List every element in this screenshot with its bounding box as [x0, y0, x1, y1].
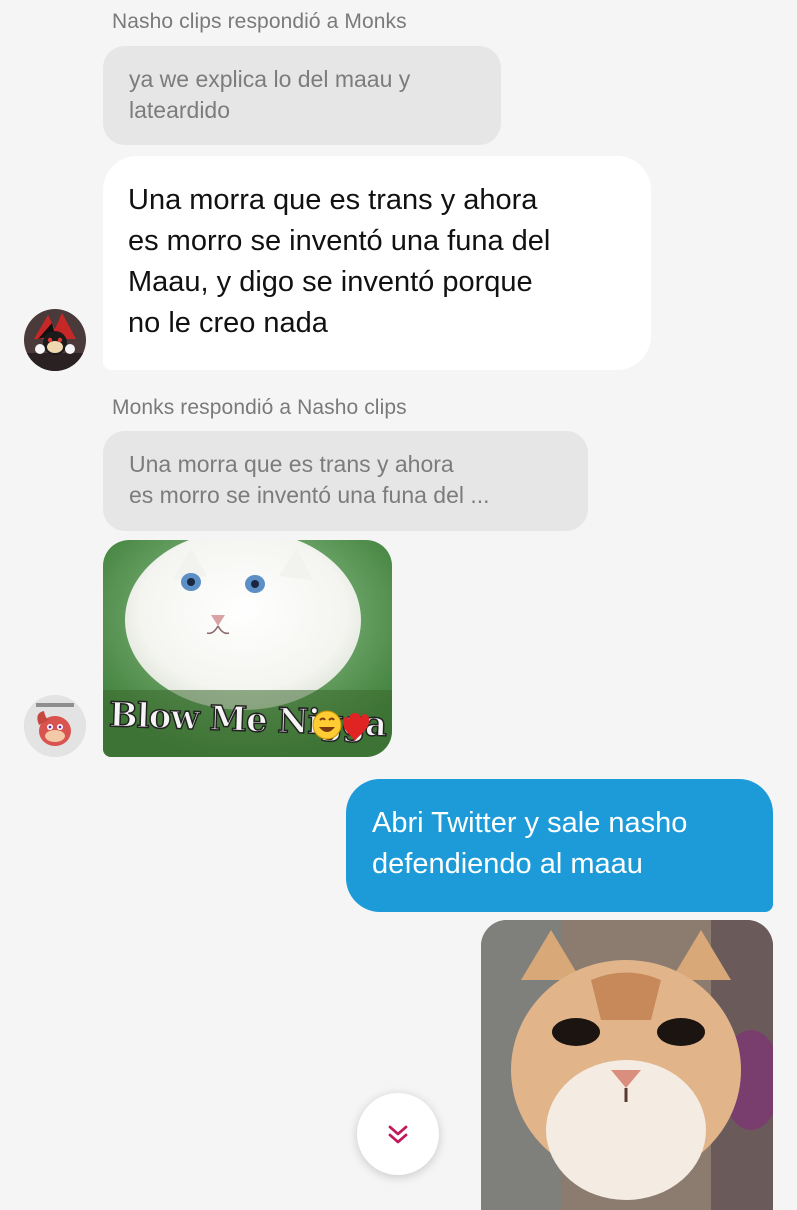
quoted-message[interactable]: ya we explica lo del maau y lateardido: [103, 46, 501, 145]
chevron-double-down-icon: [388, 1125, 408, 1144]
avatar-character-icon: [24, 309, 86, 371]
message-text-line: Abri Twitter y sale nasho: [372, 807, 688, 839]
message-text-line: Una morra que es trans y ahora: [128, 184, 538, 216]
message-text-line: defendiendo al maau: [372, 848, 643, 880]
emoji-laugh-heart-icon: [312, 710, 370, 741]
sender-avatar[interactable]: [24, 309, 86, 371]
reply-meta: Nasho clips respondió a Monks: [112, 10, 407, 33]
quoted-text-line: ya we explica lo del maau y: [129, 66, 411, 92]
incoming-message-bubble[interactable]: Una morra que es trans y ahora es morro …: [103, 156, 651, 370]
quoted-message[interactable]: Una morra que es trans y ahora es morro …: [103, 431, 588, 531]
scroll-to-bottom-button[interactable]: [357, 1093, 439, 1175]
quoted-text-line: lateardido: [129, 97, 231, 123]
message-text-line: no le creo nada: [128, 307, 328, 339]
image-message-white-cat[interactable]: Blow Me Nigga: [103, 540, 392, 757]
quoted-text-line: es morro se inventó una funa del ...: [129, 482, 490, 508]
sender-avatar[interactable]: [24, 695, 86, 757]
message-text-line: Maau, y digo se inventó porque: [128, 266, 533, 298]
outgoing-message-bubble[interactable]: Abri Twitter y sale nasho defendiendo al…: [346, 779, 773, 912]
image-message-orange-cat[interactable]: [481, 920, 773, 1210]
avatar-knuckles-icon: [24, 695, 86, 757]
reply-meta: Monks respondió a Nasho clips: [112, 396, 407, 419]
quoted-text-line: Una morra que es trans y ahora: [129, 451, 454, 477]
message-text-line: es morro se inventó una funa del: [128, 225, 551, 257]
orange-cat-image: [481, 920, 773, 1210]
